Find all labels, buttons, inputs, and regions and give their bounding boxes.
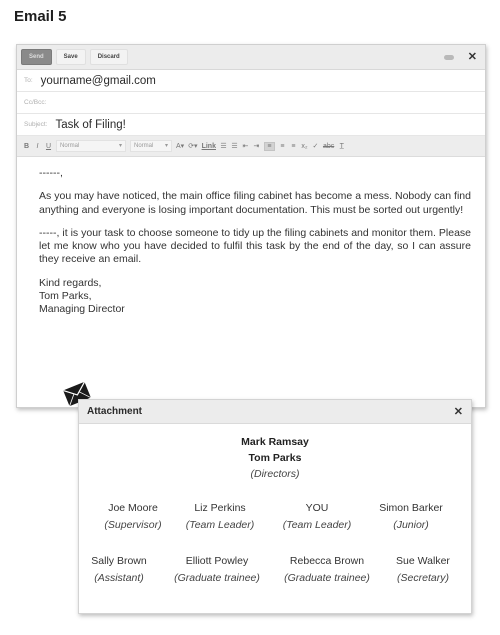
email-signoff: Kind regards, — [39, 276, 102, 289]
bold-icon[interactable]: B — [23, 143, 30, 150]
to-field[interactable]: yourname@gmail.com — [41, 75, 156, 87]
align-left-icon[interactable]: ≡ — [263, 141, 275, 151]
discard-button[interactable]: Discard — [89, 49, 128, 65]
staff-member: Rebecca Brown (Graduate trainee) — [284, 553, 370, 587]
subject-label: Subject: — [24, 121, 48, 128]
close-icon[interactable]: ✕ — [468, 51, 477, 63]
staff-role: (Supervisor) — [104, 519, 162, 531]
indent-decrease-icon[interactable]: ⇤ — [242, 142, 249, 150]
send-button[interactable]: Send — [21, 49, 52, 65]
align-center-icon[interactable]: ≡ — [279, 143, 286, 150]
font-family-select[interactable]: Normal ▾ — [56, 140, 126, 152]
numbered-list-icon[interactable]: ☰ — [220, 142, 227, 150]
email-body[interactable]: ------, As you may have noticed, the mai… — [17, 157, 485, 317]
staff-member: Sally Brown (Assistant) — [91, 553, 146, 587]
highlight-color-icon[interactable]: ⟳▾ — [188, 142, 197, 150]
director-name: Mark Ramsay — [241, 436, 309, 448]
staff-row-2: Sally Brown (Assistant) Elliott Powley (… — [79, 553, 471, 589]
staff-role: (Assistant) — [94, 572, 144, 584]
staff-name: Sally Brown — [91, 555, 147, 567]
indent-increase-icon[interactable]: ⇥ — [253, 142, 260, 150]
to-field-row: To: yourname@gmail.com — [17, 70, 485, 92]
italic-icon[interactable]: I — [34, 143, 41, 150]
director-name: Tom Parks — [248, 452, 302, 464]
staff-row-1: Joe Moore (Supervisor) Liz Perkins (Team… — [79, 500, 471, 536]
staff-name: Simon Barker — [379, 502, 443, 514]
attachment-title: Attachment — [87, 406, 143, 417]
staff-name: Rebecca Brown — [289, 555, 365, 567]
staff-role: (Secretary) — [397, 572, 449, 584]
staff-role: (Team Leader) — [282, 519, 352, 531]
page-title: Email 5 — [14, 8, 67, 25]
subscript-icon[interactable]: x₂ — [301, 143, 308, 150]
staff-name: Sue Walker — [396, 555, 450, 567]
minimize-icon[interactable] — [443, 54, 454, 60]
font-family-value: Normal — [60, 143, 80, 149]
email-sender-name: Tom Parks, — [39, 290, 92, 303]
staff-role: (Junior) — [393, 519, 429, 531]
to-label: To: — [24, 77, 33, 84]
underline-icon[interactable]: U — [45, 143, 52, 150]
staff-member: Simon Barker (Junior) — [379, 500, 443, 534]
staff-role: (Team Leader) — [185, 519, 255, 531]
staff-name: YOU — [305, 502, 329, 514]
save-button[interactable]: Save — [55, 49, 86, 65]
email-sender-title: Managing Director — [39, 303, 125, 316]
staff-role: (Graduate trainee) — [174, 572, 260, 584]
staff-member-you: YOU (Team Leader) — [283, 500, 351, 534]
chevron-down-icon: ▾ — [118, 143, 122, 149]
font-size-select[interactable]: Normal ▾ — [130, 140, 172, 152]
clear-formatting-icon[interactable]: T̲ — [338, 143, 345, 150]
attachment-panel: Attachment ✕ Mark Ramsay Tom Parks (Dire… — [78, 399, 472, 614]
strikethrough-icon[interactable]: abc — [323, 143, 334, 150]
font-size-value: Normal — [134, 143, 154, 149]
email-compose-window: Send Save Discard ✕ To: yourname@gmail.c… — [16, 44, 486, 408]
staff-member: Sue Walker (Secretary) — [396, 553, 450, 587]
text-color-icon[interactable]: A▾ — [176, 142, 184, 150]
spellcheck-icon[interactable]: ✓ — [312, 142, 319, 150]
staff-name: Elliott Powley — [185, 555, 249, 567]
email-greeting: ------, — [39, 167, 63, 179]
email-paragraph-1: As you may have noticed, the main office… — [39, 190, 471, 216]
cc-field-row: Cc/Bcc: — [17, 92, 485, 114]
attachment-close-icon[interactable]: ✕ — [454, 405, 463, 418]
staff-name: Liz Perkins — [194, 502, 246, 514]
link-button[interactable]: Link — [202, 143, 216, 150]
staff-member: Joe Moore (Supervisor) — [104, 500, 161, 534]
chevron-down-icon: ▾ — [164, 143, 168, 149]
cc-label: Cc/Bcc: — [24, 99, 47, 106]
align-right-icon[interactable]: ≡ — [290, 143, 297, 150]
email-toolbar: Send Save Discard ✕ — [17, 45, 485, 70]
bullet-list-icon[interactable]: ☰ — [231, 142, 238, 150]
directors-role: (Directors) — [250, 468, 300, 480]
formatting-toolbar: B I U Normal ▾ Normal ▾ A▾ ⟳▾ Link ☰ ☰ ⇤ ⇥… — [17, 136, 485, 157]
directors-block: Mark Ramsay Tom Parks (Directors) — [79, 434, 471, 482]
staff-member: Elliott Powley (Graduate trainee) — [174, 553, 260, 587]
email-paragraph-2: -----, it is your task to choose someone… — [39, 226, 471, 266]
subject-field[interactable]: Task of Filing! — [56, 119, 126, 131]
staff-name: Joe Moore — [108, 502, 158, 514]
staff-member: Liz Perkins (Team Leader) — [186, 500, 254, 534]
attachment-header: Attachment ✕ — [79, 400, 471, 424]
staff-role: (Graduate trainee) — [284, 572, 370, 584]
subject-field-row: Subject: Task of Filing! — [17, 114, 485, 136]
